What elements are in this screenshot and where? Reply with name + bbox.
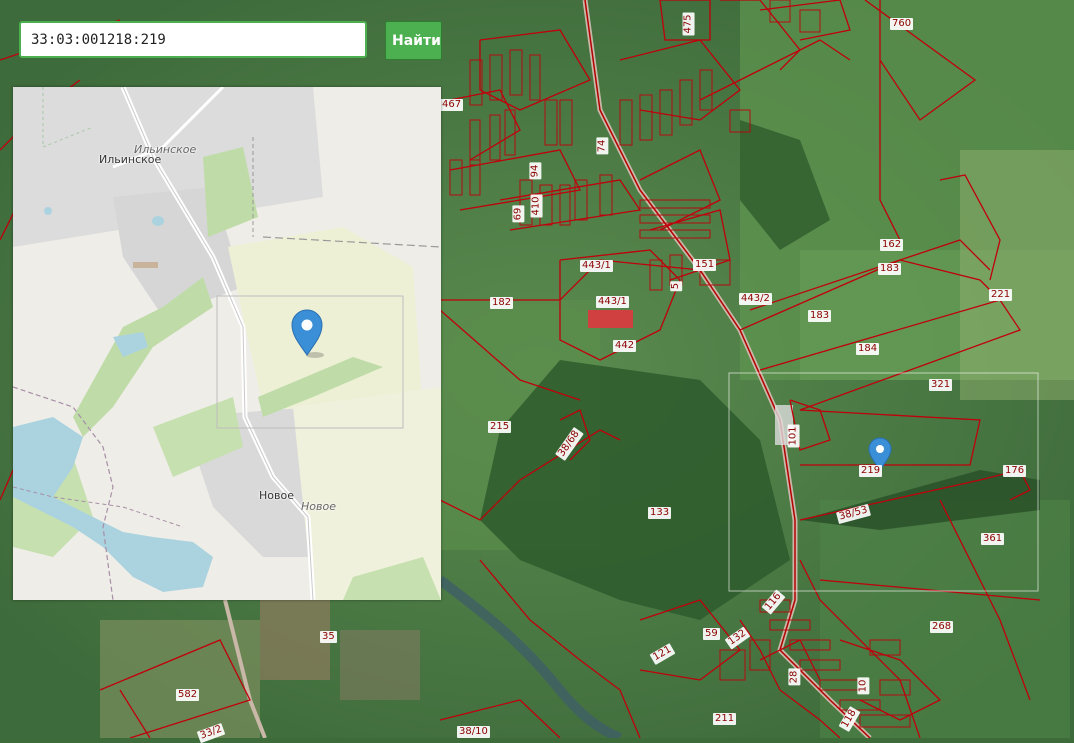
parcel-label: 321 — [929, 379, 953, 391]
parcel-label: 467 — [440, 99, 464, 111]
parcel-label: 475 — [682, 12, 695, 36]
parcel-label: 10 — [857, 677, 870, 695]
parcel-label: 94 — [529, 162, 542, 180]
parcel-label: 221 — [989, 289, 1013, 301]
parcel-label: 582 — [176, 689, 200, 701]
parcel-label: 443/1 — [596, 296, 629, 308]
parcel-label: 215 — [488, 421, 512, 433]
parcel-label: 183 — [878, 263, 902, 275]
parcel-label: 133 — [648, 507, 672, 519]
parcel-label: 38/10 — [457, 726, 490, 738]
parcel-label: 176 — [1003, 465, 1027, 477]
parcel-label: 162 — [880, 239, 904, 251]
parcel-label: 59 — [703, 628, 720, 640]
parcel-label: 74 — [596, 137, 609, 155]
parcel-label: 211 — [713, 713, 737, 725]
parcel-label: 182 — [490, 297, 514, 309]
parcel-label: 28 — [788, 668, 801, 686]
parcel-label: 69 — [512, 205, 525, 223]
parcel-label: 151 — [693, 259, 717, 271]
parcel-label: 183 — [808, 310, 832, 322]
village-label: Ильинское — [99, 153, 162, 166]
parcel-label: 442 — [613, 340, 637, 352]
parcel-label: 35 — [320, 631, 337, 643]
parcel-label: 268 — [930, 621, 954, 633]
village-label: Новое — [301, 500, 336, 513]
parcel-label: 361 — [981, 533, 1005, 545]
parcel-label: 443/2 — [739, 293, 772, 305]
parcel-label: 101 — [787, 424, 800, 448]
overview-minimap[interactable]: Ильинское Ильинское Новое Новое — [13, 87, 441, 600]
parcel-label: 760 — [890, 18, 914, 30]
parcel-label: 5 — [670, 280, 683, 292]
parcel-label: 410 — [530, 194, 543, 218]
parcel-label: 219 — [859, 465, 883, 477]
parcel-label: 443/1 — [580, 260, 613, 272]
parcel-label: 184 — [856, 343, 880, 355]
village-label: Новое — [259, 489, 294, 502]
cadastral-search-input[interactable] — [19, 21, 367, 58]
search-button[interactable]: Найти — [385, 21, 442, 60]
